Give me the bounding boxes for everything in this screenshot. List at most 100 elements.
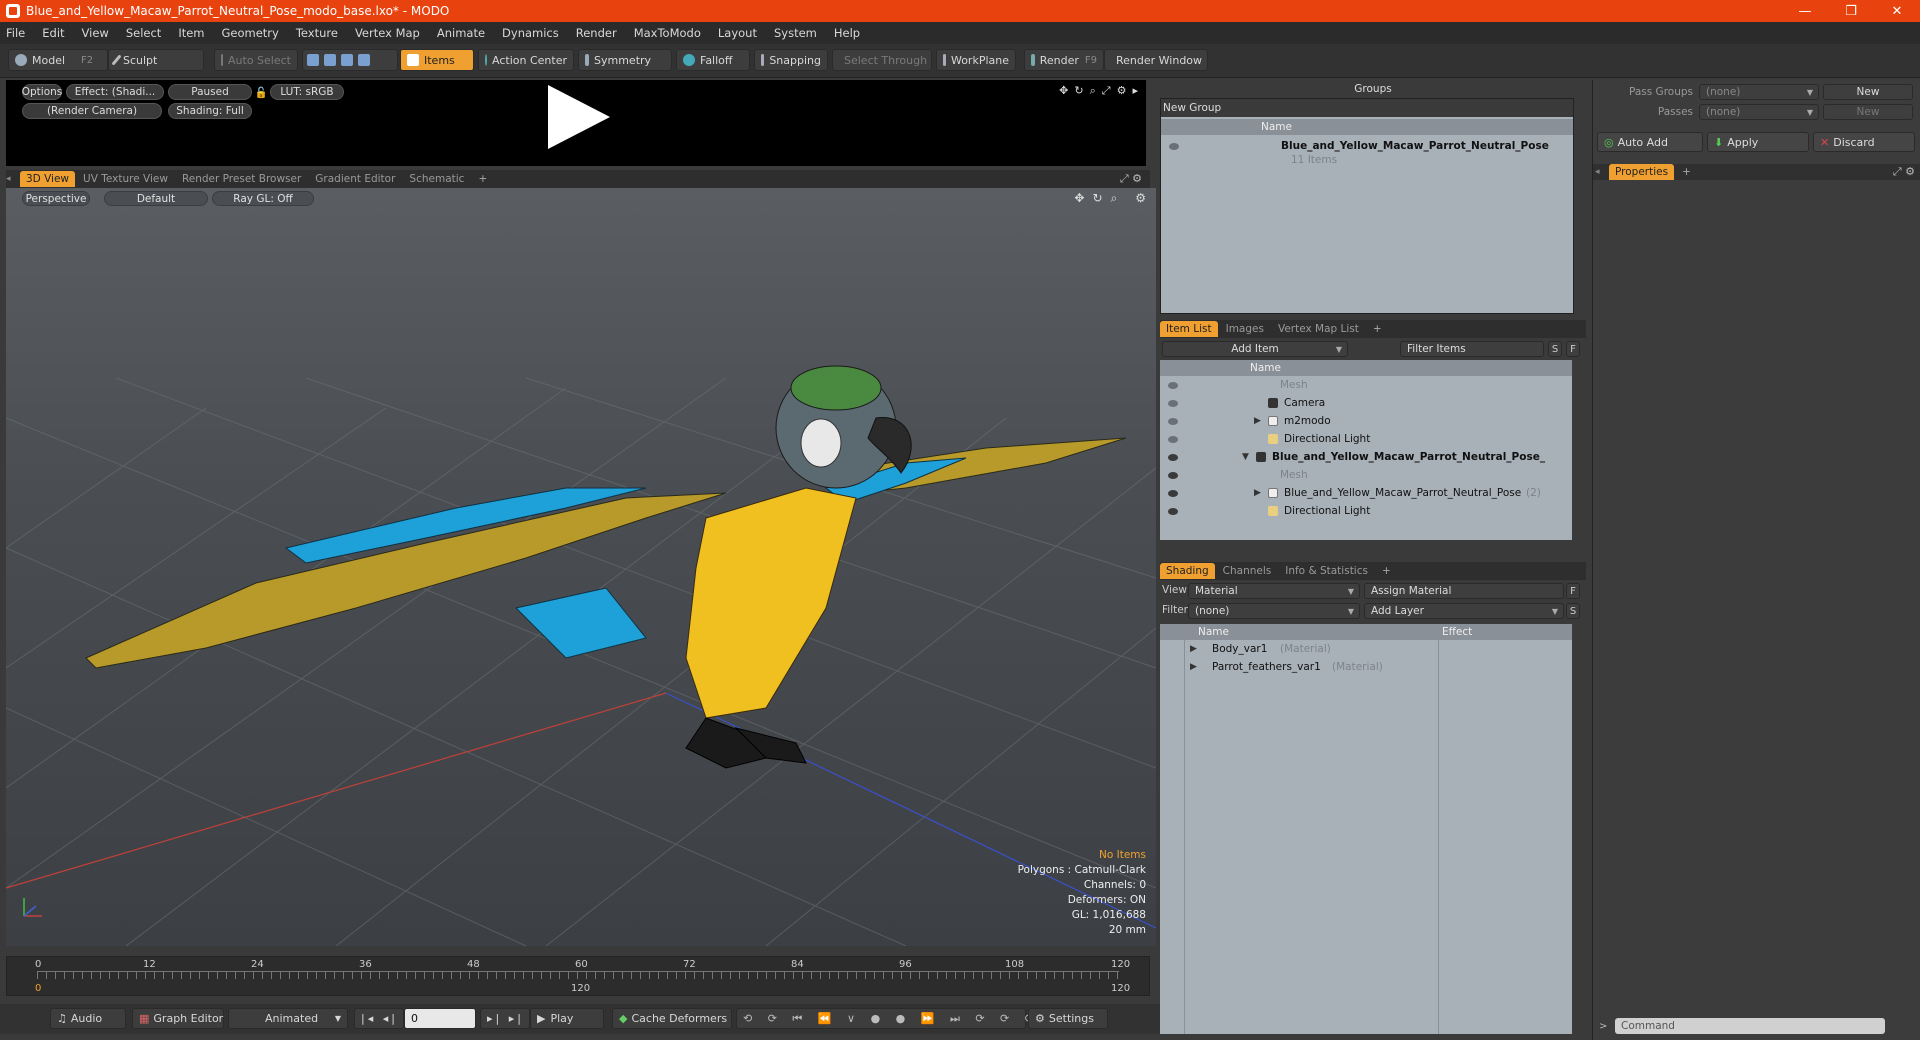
- graph-editor-button[interactable]: ▦ Graph Editor: [132, 1008, 224, 1029]
- snapping-button[interactable]: Snapping: [754, 49, 828, 71]
- auto-add-button[interactable]: ◎ Auto Add: [1597, 132, 1703, 152]
- filter-items-input[interactable]: Filter Items: [1400, 341, 1544, 357]
- workplane-button[interactable]: WorkPlane: [936, 49, 1016, 71]
- passes-dropdown[interactable]: (none) ▼: [1699, 104, 1819, 120]
- menu-select[interactable]: Select: [126, 26, 161, 40]
- tab-vertex-map-list[interactable]: Vertex Map List: [1272, 321, 1365, 337]
- menu-texture[interactable]: Texture: [296, 26, 338, 40]
- command-input[interactable]: Command: [1615, 1018, 1885, 1034]
- render-button[interactable]: Render F9: [1024, 49, 1104, 71]
- s-toggle[interactable]: S: [1548, 341, 1562, 357]
- discard-button[interactable]: ✕ Discard: [1813, 132, 1915, 152]
- visibility-icon[interactable]: [1168, 417, 1178, 425]
- tab-uv-texture-view[interactable]: UV Texture View: [77, 171, 174, 187]
- cache-deformers-button[interactable]: ◆ Cache Deformers: [612, 1008, 732, 1029]
- timeline[interactable]: 0 12 24 36 48 60 72 84 96 108 120 0 120 …: [6, 956, 1150, 996]
- key-tools[interactable]: ⟲ ⟳ ⏮ ⏪ ∨ ● ● ⏩ ⏭ ⟳ ⟳ ⟳: [736, 1008, 1034, 1029]
- visibility-icon[interactable]: [1169, 142, 1179, 150]
- add-tab-button[interactable]: +: [1376, 563, 1397, 579]
- menu-edit[interactable]: Edit: [42, 26, 64, 40]
- menu-item[interactable]: Item: [178, 26, 204, 40]
- gear-icon[interactable]: ⚙: [1117, 84, 1127, 98]
- s-toggle[interactable]: S: [1566, 603, 1580, 619]
- f-toggle[interactable]: F: [1566, 341, 1580, 357]
- menu-help[interactable]: Help: [834, 26, 860, 40]
- add-tab-button[interactable]: +: [472, 171, 493, 187]
- falloff-button[interactable]: Falloff: [676, 49, 750, 71]
- item-row[interactable]: Mesh: [1160, 376, 1572, 394]
- menu-maxtomodo[interactable]: MaxToModo: [634, 26, 701, 40]
- tab-properties[interactable]: Properties: [1609, 164, 1675, 180]
- add-layer-dropdown[interactable]: Add Layer ▼: [1364, 603, 1564, 619]
- pass-groups-dropdown[interactable]: (none) ▼: [1699, 84, 1819, 100]
- panel-options-icon[interactable]: ⤢ ⚙: [1893, 165, 1915, 179]
- visibility-icon[interactable]: [1168, 489, 1178, 497]
- visibility-icon[interactable]: [1168, 381, 1178, 389]
- expand-arrow-icon[interactable]: ▶: [1254, 488, 1261, 498]
- item-row[interactable]: Camera: [1160, 394, 1572, 412]
- f-toggle[interactable]: F: [1566, 583, 1580, 599]
- expand-icon[interactable]: ⤢: [1102, 84, 1111, 98]
- play-button[interactable]: ▶ Play: [530, 1008, 604, 1029]
- forward-buttons[interactable]: ▸| ▸|: [480, 1008, 530, 1029]
- new-group-button[interactable]: New Group: [1161, 99, 1573, 117]
- pan-icon[interactable]: ✥: [1074, 191, 1084, 206]
- tab-schematic[interactable]: Schematic: [403, 171, 470, 187]
- orbit-icon[interactable]: ↻: [1092, 191, 1102, 206]
- action-center-button[interactable]: Action Center: [478, 49, 574, 71]
- edges-mode-icon[interactable]: [324, 54, 336, 66]
- chevron-right-icon[interactable]: >: [1599, 1021, 1607, 1032]
- tab-render-preset-browser[interactable]: Render Preset Browser: [176, 171, 307, 187]
- symmetry-button[interactable]: Symmetry: [578, 49, 672, 71]
- move-icon[interactable]: ✥: [1059, 84, 1068, 98]
- new-pass-group-button[interactable]: New: [1823, 84, 1913, 100]
- materials-mode-icon[interactable]: [358, 54, 370, 66]
- playhead[interactable]: 0: [35, 983, 41, 994]
- view-dropdown[interactable]: Material ▼: [1188, 583, 1360, 599]
- model-mode-button[interactable]: Model F2: [8, 49, 108, 71]
- animated-dropdown[interactable]: Animated ▼: [228, 1008, 348, 1029]
- item-row[interactable]: ▶ Blue_and_Yellow_Macaw_Parrot_Neutral_Po…: [1160, 484, 1572, 502]
- item-row[interactable]: Directional Light: [1160, 430, 1572, 448]
- sculpt-mode-button[interactable]: Sculpt: [108, 49, 204, 71]
- minimize-button[interactable]: —: [1782, 0, 1828, 22]
- visibility-icon[interactable]: [1168, 399, 1178, 407]
- menu-system[interactable]: System: [774, 26, 817, 40]
- item-row[interactable]: Mesh: [1160, 466, 1572, 484]
- menu-animate[interactable]: Animate: [437, 26, 485, 40]
- tab-info-statistics[interactable]: Info & Statistics: [1279, 563, 1374, 579]
- new-pass-button[interactable]: New: [1823, 104, 1913, 120]
- style-button[interactable]: Default: [104, 191, 208, 206]
- zoom-icon[interactable]: ⌕: [1111, 191, 1118, 206]
- menu-layout[interactable]: Layout: [718, 26, 757, 40]
- expand-arrow-icon[interactable]: ▶: [1190, 644, 1197, 654]
- item-row[interactable]: Directional Light: [1160, 502, 1572, 520]
- select-through-button[interactable]: Select Through: [832, 49, 932, 71]
- expand-arrow-icon[interactable]: ▶: [1190, 662, 1197, 672]
- add-item-dropdown[interactable]: Add Item ▼: [1162, 341, 1348, 357]
- render-window-button[interactable]: Render Window: [1104, 49, 1208, 71]
- assign-material-button[interactable]: Assign Material: [1364, 583, 1564, 599]
- frame-input[interactable]: 0: [404, 1008, 476, 1029]
- play-icon[interactable]: [548, 85, 610, 149]
- chevron-right-icon[interactable]: ▸: [1132, 84, 1138, 98]
- visibility-icon[interactable]: [1168, 435, 1178, 443]
- items-mode-button[interactable]: Items: [400, 49, 474, 71]
- tab-3d-view[interactable]: 3D View: [20, 171, 76, 187]
- visibility-icon[interactable]: [1168, 471, 1178, 479]
- maximize-button[interactable]: ❐: [1828, 0, 1874, 22]
- preview-lut-button[interactable]: LUT: sRGB: [270, 84, 344, 100]
- add-tab-button[interactable]: +: [1367, 321, 1388, 337]
- preview-options-button[interactable]: Options: [22, 84, 62, 100]
- filter-dropdown[interactable]: (none) ▼: [1188, 603, 1360, 619]
- menu-dynamics[interactable]: Dynamics: [502, 26, 559, 40]
- menu-view[interactable]: View: [82, 26, 109, 40]
- shader-row[interactable]: ▶ Parrot_feathers_var1 (Material): [1160, 658, 1572, 676]
- macaw-model[interactable]: [85, 365, 1127, 769]
- tab-images[interactable]: Images: [1220, 321, 1270, 337]
- menu-geometry[interactable]: Geometry: [222, 26, 279, 40]
- preview-shading-button[interactable]: Shading: Full: [168, 103, 252, 119]
- settings-button[interactable]: ⚙ Settings: [1028, 1008, 1108, 1029]
- item-row[interactable]: ▶ m2modo: [1160, 412, 1572, 430]
- menu-render[interactable]: Render: [576, 26, 617, 40]
